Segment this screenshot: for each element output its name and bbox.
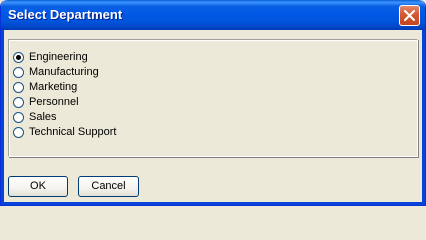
radio-label: Technical Support — [29, 126, 117, 138]
cancel-button[interactable]: Cancel — [78, 176, 139, 197]
window-frame-right — [422, 30, 425, 205]
dialog-window: Select Department Engineering Manufactur… — [0, 0, 426, 206]
dialog-body: Engineering Manufacturing Marketing Pers… — [4, 30, 422, 202]
radio-button[interactable] — [13, 127, 24, 138]
radio-label: Manufacturing — [29, 66, 99, 78]
window-title: Select Department — [8, 7, 123, 22]
department-radio-list: Engineering Manufacturing Marketing Pers… — [13, 50, 116, 140]
department-group: Engineering Manufacturing Marketing Pers… — [8, 39, 418, 157]
title-bar[interactable]: Select Department — [1, 0, 425, 30]
radio-label: Engineering — [29, 51, 88, 63]
radio-option-sales[interactable]: Sales — [13, 110, 116, 125]
radio-option-marketing[interactable]: Marketing — [13, 80, 116, 95]
radio-button[interactable] — [13, 97, 24, 108]
close-button[interactable] — [399, 5, 420, 26]
window-frame-bottom — [1, 202, 425, 205]
ok-button[interactable]: OK — [8, 176, 68, 197]
radio-label: Marketing — [29, 81, 78, 93]
radio-button[interactable] — [13, 52, 24, 63]
close-icon — [404, 10, 415, 21]
radio-option-engineering[interactable]: Engineering — [13, 50, 116, 65]
radio-option-manufacturing[interactable]: Manufacturing — [13, 65, 116, 80]
radio-label: Sales — [29, 111, 57, 123]
radio-selected-dot — [16, 55, 21, 60]
radio-option-personnel[interactable]: Personnel — [13, 95, 116, 110]
radio-option-technical-support[interactable]: Technical Support — [13, 125, 116, 140]
radio-button[interactable] — [13, 112, 24, 123]
radio-button[interactable] — [13, 67, 24, 78]
radio-label: Personnel — [29, 96, 79, 108]
radio-button[interactable] — [13, 82, 24, 93]
